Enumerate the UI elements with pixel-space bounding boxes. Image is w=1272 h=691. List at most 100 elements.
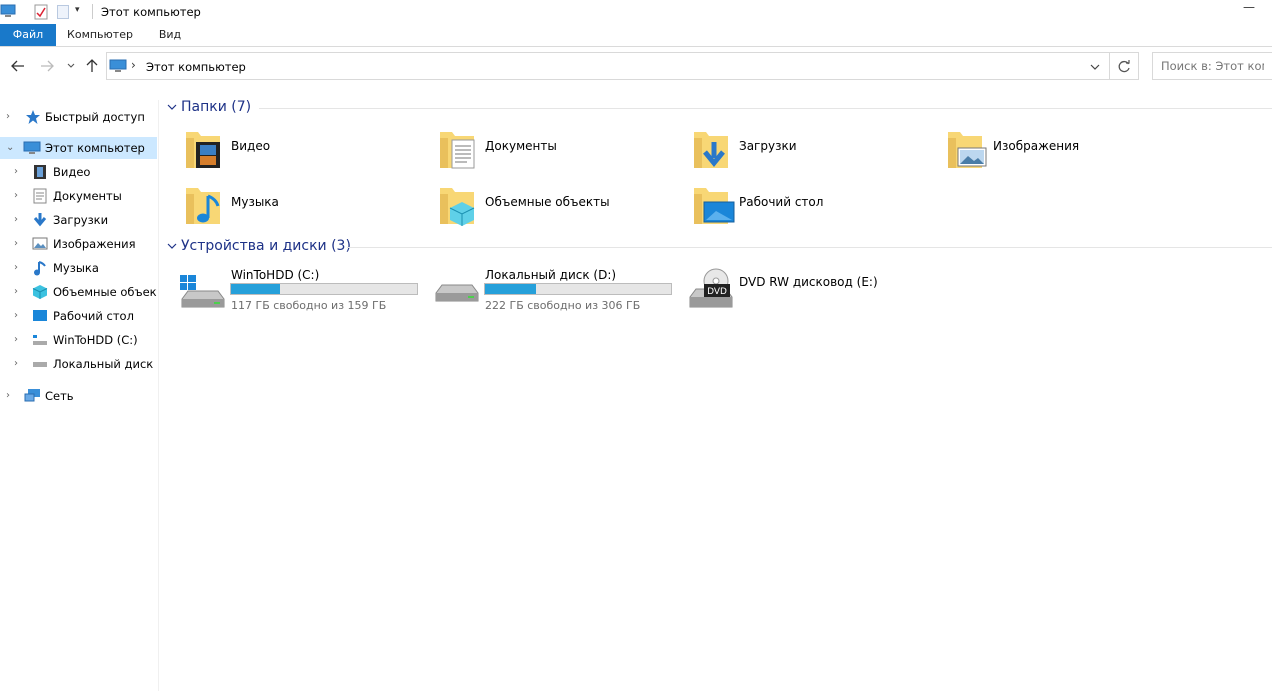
minimize-button[interactable]: — <box>1243 0 1255 14</box>
sidebar-item-3d-objects[interactable]: › Объемные объекты <box>0 281 157 303</box>
section-divider <box>259 108 1272 109</box>
chevron-right-icon[interactable]: › <box>6 391 16 401</box>
folder-label: Документы <box>485 139 557 153</box>
computer-icon <box>23 141 41 154</box>
search-input[interactable] <box>1152 52 1272 80</box>
drive-tile-e[interactable]: DVD DVD RW дисковод (E:) <box>688 265 938 315</box>
downloads-icon <box>33 213 47 227</box>
pictures-folder-icon <box>948 132 987 168</box>
title-divider <box>92 4 93 19</box>
collapse-chevron-icon[interactable] <box>167 104 177 111</box>
section-divider <box>347 247 1272 248</box>
chevron-right-icon[interactable]: › <box>14 359 24 369</box>
sidebar-item-documents[interactable]: › Документы <box>0 185 157 207</box>
chevron-right-icon[interactable]: › <box>14 191 24 201</box>
new-folder-icon[interactable] <box>57 5 69 19</box>
navigation-pane: › Быстрый доступ ⌄ Этот компьютер › Виде… <box>0 100 159 691</box>
sidebar-item-quick-access[interactable]: › Быстрый доступ <box>0 106 157 128</box>
chevron-right-icon[interactable]: › <box>6 112 16 122</box>
chevron-right-icon[interactable]: › <box>14 239 24 249</box>
folder-tile-music[interactable]: Музыка <box>184 182 434 232</box>
address-separator-icon[interactable]: › <box>131 58 136 72</box>
sidebar-item-this-pc[interactable]: ⌄ Этот компьютер <box>0 137 157 159</box>
properties-icon[interactable] <box>34 4 48 20</box>
drive-c-icon <box>33 335 47 345</box>
recent-locations-chevron-icon[interactable] <box>67 63 75 69</box>
sidebar-item-label: Объемные объекты <box>53 285 157 299</box>
folder-tile-video[interactable]: Видео <box>184 126 434 176</box>
chevron-right-icon[interactable]: › <box>14 287 24 297</box>
folder-label: Видео <box>231 139 271 153</box>
chevron-down-icon[interactable]: ⌄ <box>6 143 16 153</box>
tab-view[interactable]: Вид <box>150 24 190 46</box>
drive-label: Локальный диск (D:) <box>485 268 617 282</box>
devices-section-header[interactable]: Устройства и диски (3) <box>181 238 351 254</box>
customize-quick-access-icon[interactable]: ▾ <box>75 5 80 15</box>
chevron-right-icon[interactable]: › <box>14 263 24 273</box>
desktop-icon <box>33 310 47 321</box>
drive-usage-fill <box>485 284 537 294</box>
documents-icon <box>33 188 47 204</box>
folder-label: Загрузки <box>739 139 797 153</box>
folder-tile-documents[interactable]: Документы <box>438 126 688 176</box>
tab-file[interactable]: Файл <box>0 24 56 46</box>
sidebar-item-desktop[interactable]: › Рабочий стол <box>0 305 157 327</box>
address-bar[interactable]: › Этот компьютер <box>106 52 1110 80</box>
chevron-right-icon[interactable]: › <box>14 335 24 345</box>
window-title: Этот компьютер <box>101 5 201 19</box>
folder-label: Музыка <box>231 195 279 209</box>
video-icon <box>34 165 46 179</box>
sidebar-item-label: Видео <box>53 165 91 179</box>
sidebar-item-label: Загрузки <box>53 213 109 227</box>
chevron-right-icon[interactable]: › <box>14 215 24 225</box>
sidebar-item-video[interactable]: › Видео <box>0 161 157 183</box>
folder-tile-3d-objects[interactable]: Объемные объекты <box>438 182 688 232</box>
drive-tile-d[interactable]: Локальный диск (D:) 222 ГБ свободно из 3… <box>434 265 684 315</box>
collapse-chevron-icon[interactable] <box>167 243 177 250</box>
sidebar-item-label: Сеть <box>45 389 74 403</box>
sidebar-item-label: Музыка <box>53 261 99 275</box>
folder-tile-downloads[interactable]: Загрузки <box>692 126 942 176</box>
drive-free-space: 117 ГБ свободно из 159 ГБ <box>231 299 387 312</box>
music-folder-icon <box>186 188 220 224</box>
video-folder-icon <box>186 132 220 168</box>
sidebar-item-label: WinToHDD (C:) <box>53 333 138 347</box>
up-arrow-icon[interactable] <box>86 59 98 73</box>
drive-d-icon <box>33 362 47 367</box>
3d-objects-folder-icon <box>440 188 475 226</box>
drive-tile-c[interactable]: WinToHDD (C:) 117 ГБ свободно из 159 ГБ <box>180 265 430 315</box>
chevron-right-icon[interactable]: › <box>14 167 24 177</box>
back-arrow-icon[interactable] <box>11 60 25 72</box>
sidebar-item-drive-c[interactable]: › WinToHDD (C:) <box>0 329 157 351</box>
network-icon <box>24 389 40 402</box>
music-icon <box>34 261 46 276</box>
sidebar-item-drive-d[interactable]: › Локальный диск (D:) <box>0 353 157 375</box>
sidebar-item-label: Рабочий стол <box>53 309 134 323</box>
sidebar-item-network[interactable]: › Сеть <box>0 385 157 407</box>
forward-arrow-icon[interactable] <box>40 60 54 72</box>
chevron-right-icon[interactable]: › <box>14 311 24 321</box>
folder-label: Изображения <box>993 139 1080 153</box>
folder-tile-pictures[interactable]: Изображения <box>946 126 1196 176</box>
sidebar-item-label: Локальный диск (D:) <box>53 357 157 371</box>
drive-usage-fill <box>231 284 281 294</box>
windows-drive-icon <box>180 275 225 308</box>
tab-computer[interactable]: Компьютер <box>62 24 138 46</box>
address-dropdown-chevron-icon[interactable] <box>1090 64 1100 71</box>
folders-section-header[interactable]: Папки (7) <box>181 99 251 115</box>
folder-label: Рабочий стол <box>739 195 824 209</box>
address-path[interactable]: Этот компьютер <box>146 60 246 74</box>
dvd-badge: DVD <box>707 287 727 297</box>
desktop-folder-icon <box>694 188 735 224</box>
drive-free-space: 222 ГБ свободно из 306 ГБ <box>485 299 641 312</box>
drive-usage-bar <box>230 283 418 295</box>
sidebar-item-pictures[interactable]: › Изображения <box>0 233 157 255</box>
star-icon <box>26 110 40 124</box>
sidebar-item-label: Быстрый доступ <box>45 110 145 124</box>
pictures-icon <box>32 237 48 250</box>
refresh-button[interactable] <box>1110 52 1139 80</box>
folder-tile-desktop[interactable]: Рабочий стол <box>692 182 942 232</box>
sidebar-item-music[interactable]: › Музыка <box>0 257 157 279</box>
sidebar-item-downloads[interactable]: › Загрузки <box>0 209 157 231</box>
3d-objects-icon <box>32 285 48 299</box>
